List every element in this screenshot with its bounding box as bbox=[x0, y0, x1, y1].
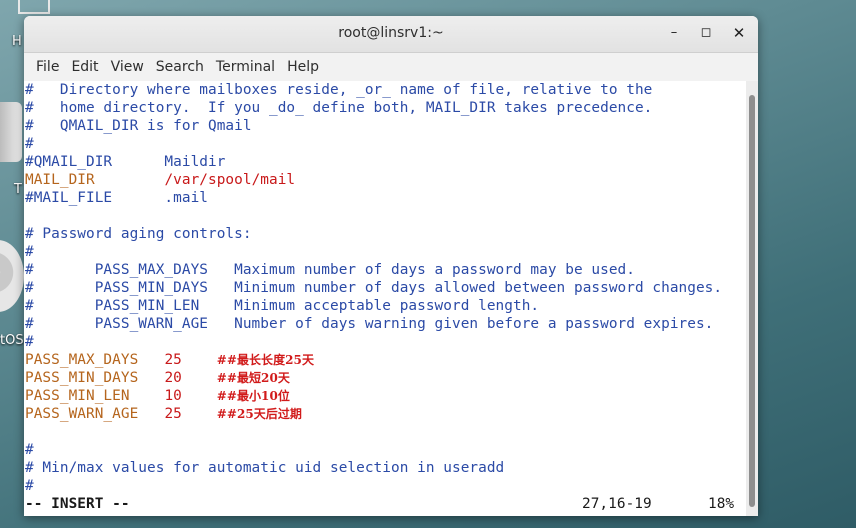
config-key: MAIL_DIR bbox=[25, 172, 95, 188]
code-line: # bbox=[25, 442, 34, 458]
code-line: #QMAIL_DIR Maildir bbox=[25, 154, 226, 170]
code-line: # bbox=[25, 136, 34, 152]
config-value: 10 bbox=[164, 388, 182, 404]
config-note: ##最长长度25天 bbox=[216, 353, 314, 367]
menu-bar: File Edit View Search Terminal Help bbox=[24, 53, 758, 82]
config-value: /var/spool/mail bbox=[164, 172, 296, 188]
menu-edit[interactable]: Edit bbox=[65, 59, 104, 75]
menu-search[interactable]: Search bbox=[150, 59, 210, 75]
code-line: # PASS_MIN_LEN Minimum acceptable passwo… bbox=[25, 298, 540, 314]
desktop-label-fragment: tOS bbox=[0, 333, 24, 348]
config-value: 25 bbox=[164, 352, 182, 368]
config-value: 25 bbox=[164, 406, 182, 422]
config-note: ##最短20天 bbox=[216, 371, 290, 385]
setting-line: PASS_WARN_AGE 25 ##25天后过期 bbox=[24, 405, 746, 423]
vim-mode: -- INSERT -- bbox=[25, 496, 130, 512]
terminal-content[interactable]: # Directory where mailboxes reside, _or_… bbox=[24, 81, 746, 516]
window-title: root@linsrv1:~ bbox=[338, 25, 444, 41]
setting-line: PASS_MIN_DAYS 20 ##最短20天 bbox=[24, 369, 746, 387]
config-note: ##25天后过期 bbox=[216, 407, 302, 421]
scrollbar-thumb[interactable] bbox=[749, 95, 755, 507]
menu-help[interactable]: Help bbox=[281, 59, 325, 75]
config-key: PASS_MIN_LEN bbox=[25, 388, 130, 404]
config-note: ##最小10位 bbox=[216, 389, 290, 403]
code-line: # PASS_WARN_AGE Number of days warning g… bbox=[25, 316, 714, 332]
desktop-label-fragment: H bbox=[12, 34, 22, 49]
scrollbar[interactable] bbox=[746, 81, 758, 516]
scroll-percent: 18% bbox=[708, 496, 735, 512]
code-line: # bbox=[25, 478, 34, 494]
config-key: PASS_MAX_DAYS bbox=[25, 352, 139, 368]
setting-line: PASS_MIN_LEN 10 ##最小10位 bbox=[24, 387, 746, 405]
config-value: 20 bbox=[164, 370, 182, 386]
code-line: # bbox=[25, 244, 34, 260]
code-line: # Min/max values for automatic uid selec… bbox=[25, 460, 505, 476]
close-button[interactable]: ✕ bbox=[730, 24, 748, 42]
desktop-label-fragment: T bbox=[14, 182, 22, 197]
code-line: # bbox=[25, 334, 34, 350]
code-line: # home directory. If you _do_ define bot… bbox=[25, 100, 653, 116]
menu-file[interactable]: File bbox=[30, 59, 65, 75]
config-key: PASS_WARN_AGE bbox=[25, 406, 139, 422]
minimize-button[interactable]: – bbox=[665, 24, 683, 42]
desktop-home-icon[interactable] bbox=[18, 0, 50, 14]
status-line: -- INSERT -- 27,16-19 18% bbox=[24, 495, 746, 513]
terminal-window: root@linsrv1:~ – ◻ ✕ File Edit View Sear… bbox=[24, 16, 758, 516]
menu-terminal[interactable]: Terminal bbox=[210, 59, 281, 75]
code-line: # PASS_MAX_DAYS Maximum number of days a… bbox=[25, 262, 635, 278]
config-key: PASS_MIN_DAYS bbox=[25, 370, 139, 386]
code-line: # PASS_MIN_DAYS Minimum number of days a… bbox=[25, 280, 723, 296]
titlebar[interactable]: root@linsrv1:~ – ◻ ✕ bbox=[24, 16, 758, 53]
disc-icon[interactable] bbox=[0, 240, 24, 312]
maximize-button[interactable]: ◻ bbox=[697, 24, 715, 42]
code-line: #MAIL_FILE .mail bbox=[25, 190, 208, 206]
cursor-position: 27,16-19 bbox=[582, 496, 652, 512]
trash-icon[interactable] bbox=[0, 102, 22, 162]
code-line: # QMAIL_DIR is for Qmail bbox=[25, 118, 252, 134]
code-line: # Directory where mailboxes reside, _or_… bbox=[25, 82, 653, 98]
code-line: # Password aging controls: bbox=[25, 226, 252, 242]
menu-view[interactable]: View bbox=[105, 59, 150, 75]
code-line-mail-dir: MAIL_DIR /var/spool/mail bbox=[24, 171, 746, 189]
setting-line: PASS_MAX_DAYS 25 ##最长长度25天 bbox=[24, 351, 746, 369]
